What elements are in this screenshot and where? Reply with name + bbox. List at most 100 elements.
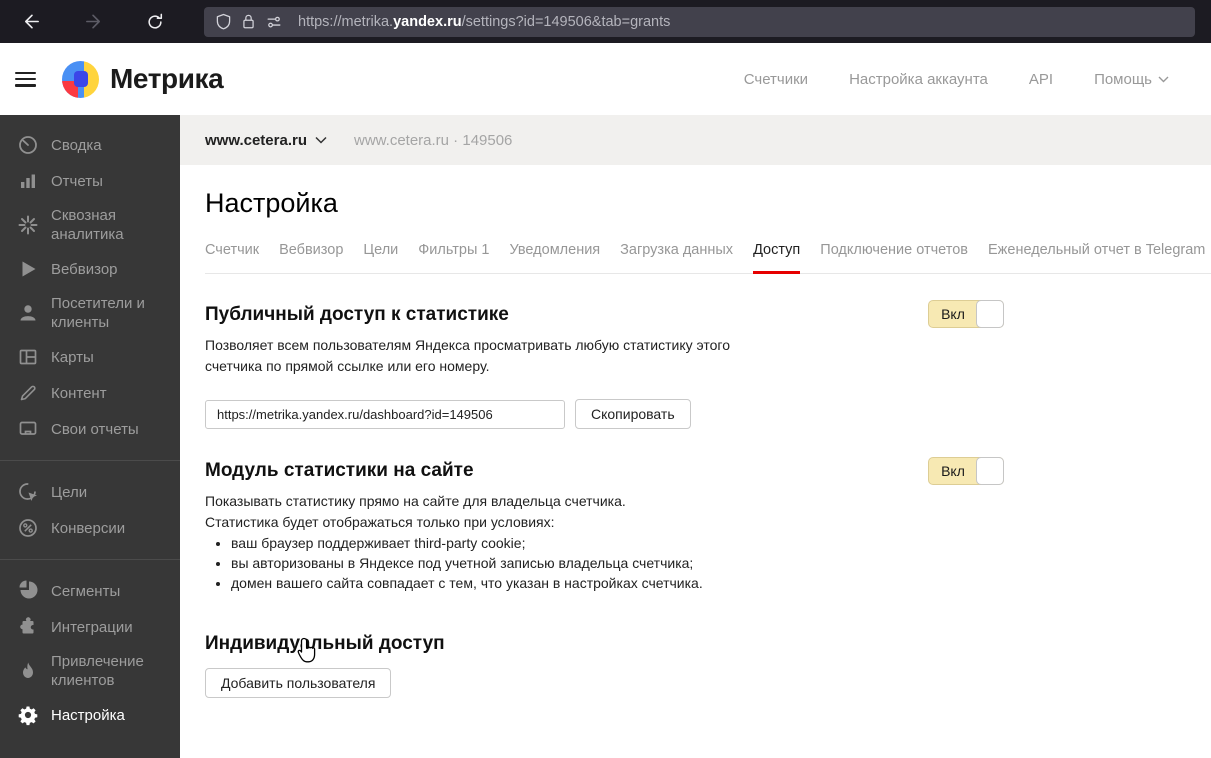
header-nav: Счетчики Настройка аккаунта API Помощь (744, 71, 1169, 88)
sidebar: Сводка Отчеты Сквозная аналитика Вебвизо… (0, 115, 180, 758)
window-icon (17, 418, 39, 440)
nav-help[interactable]: Помощь (1094, 71, 1169, 88)
sidebar-item-label: Привлечение клиентов (51, 653, 144, 689)
counter-meta: www.cetera.ru · 149506 (353, 131, 513, 149)
tab-goals[interactable]: Цели (363, 242, 398, 273)
counter-bar: www.cetera.ru www.cetera.ru · 149506 (180, 115, 1211, 165)
sidebar-item-cross-analytics[interactable]: Сквозная аналитика (0, 199, 180, 251)
person-icon (17, 302, 39, 324)
sidebar-item-label: Контент (51, 384, 107, 402)
sidebar-divider (0, 559, 180, 560)
sidebar-item-label: Настройка (51, 706, 125, 724)
nav-account-settings[interactable]: Настройка аккаунта (849, 71, 988, 88)
tab-notifications[interactable]: Уведомления (510, 242, 601, 273)
sidebar-item-reports[interactable]: Отчеты (0, 163, 180, 199)
gear-icon (17, 704, 39, 726)
chevron-down-icon (315, 136, 327, 144)
logo-title[interactable]: Метрика (110, 63, 224, 95)
list-item: ваш браузер поддерживает third-party coo… (231, 533, 1211, 553)
address-bar[interactable]: https://metrika.yandex.ru/settings?id=14… (204, 6, 1195, 37)
sidebar-item-integrations[interactable]: Интеграции (0, 609, 180, 645)
tab-access[interactable]: Доступ (753, 242, 801, 274)
sidebar-item-goals[interactable]: Цели (0, 474, 180, 510)
browser-toolbar: https://metrika.yandex.ru/settings?id=14… (0, 0, 1211, 43)
tab-telegram-report[interactable]: Еженедельный отчет в Telegram (988, 242, 1205, 273)
sidebar-item-maps[interactable]: Карты (0, 339, 180, 375)
sidebar-item-visitors[interactable]: Посетители и клиенты (0, 287, 180, 339)
sidebar-item-webvisor[interactable]: Вебвизор (0, 251, 180, 287)
sidebar-item-summary[interactable]: Сводка (0, 127, 180, 163)
sidebar-item-label: Сквозная аналитика (51, 207, 124, 243)
flame-icon (17, 660, 39, 682)
shield-icon[interactable] (215, 13, 232, 30)
sidebar-item-label: Конверсии (51, 519, 126, 537)
sidebar-item-label: Посетители и клиенты (51, 295, 145, 331)
sidebar-item-label: Вебвизор (51, 260, 118, 278)
module-line-2: Статистика будет отображаться только при… (205, 514, 555, 530)
tab-webvisor[interactable]: Вебвизор (279, 242, 343, 273)
module-line-1: Показывать статистику прямо на сайте для… (205, 493, 626, 509)
add-user-button[interactable]: Добавить пользователя (205, 668, 392, 698)
module-conditions-list: ваш браузер поддерживает third-party coo… (205, 533, 1211, 593)
public-access-toggle[interactable]: Вкл (928, 300, 1004, 328)
permissions-icon[interactable] (265, 13, 283, 31)
tab-data-upload[interactable]: Загрузка данных (620, 242, 733, 273)
puzzle-icon (17, 616, 39, 638)
page-title: Настройка (205, 188, 338, 218)
counter-selector[interactable]: www.cetera.ru (205, 132, 327, 149)
play-icon (17, 258, 39, 280)
main-content: www.cetera.ru www.cetera.ru · 149506 Нас… (180, 115, 1211, 758)
sidebar-divider (0, 460, 180, 461)
site-module-section: Модуль статистики на сайте Вкл Показыват… (205, 457, 1211, 593)
back-icon[interactable] (16, 7, 46, 37)
percent-icon (17, 517, 39, 539)
goal-icon (17, 481, 39, 503)
toggle-on-label: Вкл (941, 306, 965, 322)
sidebar-item-client-acquisition[interactable]: Привлечение клиентов (0, 645, 180, 697)
sidebar-item-segments[interactable]: Сегменты (0, 573, 180, 609)
copy-button[interactable]: Скопировать (575, 399, 691, 429)
burst-icon (17, 214, 39, 236)
sidebar-item-label: Интеграции (51, 618, 133, 636)
sidebar-item-conversions[interactable]: Конверсии (0, 510, 180, 546)
gauge-icon (17, 134, 39, 156)
public-link-input[interactable] (205, 399, 565, 429)
lock-icon[interactable] (241, 13, 256, 30)
metrika-logo-icon[interactable] (62, 60, 99, 98)
url-text: https://metrika.yandex.ru/settings?id=14… (298, 13, 671, 30)
pie-icon (17, 580, 39, 602)
list-item: вы авторизованы в Яндексе под учетной за… (231, 553, 1211, 573)
nav-counters[interactable]: Счетчики (744, 71, 808, 88)
reload-icon[interactable] (140, 7, 170, 37)
bar-chart-icon (17, 170, 39, 192)
pencil-icon (17, 382, 39, 404)
sidebar-item-label: Сводка (51, 136, 102, 154)
toggle-knob (976, 300, 1004, 328)
individual-access-section: Индивидуальный доступ Добавить пользоват… (205, 633, 1211, 698)
layout-icon (17, 346, 39, 368)
tab-counter[interactable]: Счетчик (205, 242, 259, 273)
sidebar-item-custom-reports[interactable]: Свои отчеты (0, 411, 180, 447)
public-access-section: Публичный доступ к статистике Вкл Позвол… (205, 274, 1211, 429)
section-description: Позволяет всем пользователям Яндекса про… (205, 337, 730, 374)
app-header: Метрика Счетчики Настройка аккаунта API … (0, 43, 1211, 115)
tab-report-connection[interactable]: Подключение отчетов (820, 242, 968, 273)
sidebar-item-content[interactable]: Контент (0, 375, 180, 411)
sidebar-item-label: Отчеты (51, 172, 103, 190)
sidebar-item-label: Сегменты (51, 582, 121, 600)
tab-filters[interactable]: Фильтры 1 (418, 242, 489, 273)
site-module-toggle[interactable]: Вкл (928, 457, 1004, 485)
sidebar-item-settings[interactable]: Настройка (0, 697, 180, 733)
section-heading: Публичный доступ к статистике (205, 304, 509, 325)
menu-icon[interactable] (15, 71, 36, 87)
settings-tabs: Счетчик Вебвизор Цели Фильтры 1 Уведомле… (205, 242, 1211, 274)
toggle-knob (976, 457, 1004, 485)
nav-api[interactable]: API (1029, 71, 1053, 88)
sidebar-item-label: Цели (51, 483, 88, 501)
section-heading: Модуль статистики на сайте (205, 460, 474, 481)
section-heading: Индивидуальный доступ (205, 633, 445, 654)
forward-icon[interactable] (78, 7, 108, 37)
chevron-down-icon (1158, 76, 1169, 82)
toggle-on-label: Вкл (941, 463, 965, 479)
sidebar-item-label: Карты (51, 348, 94, 366)
